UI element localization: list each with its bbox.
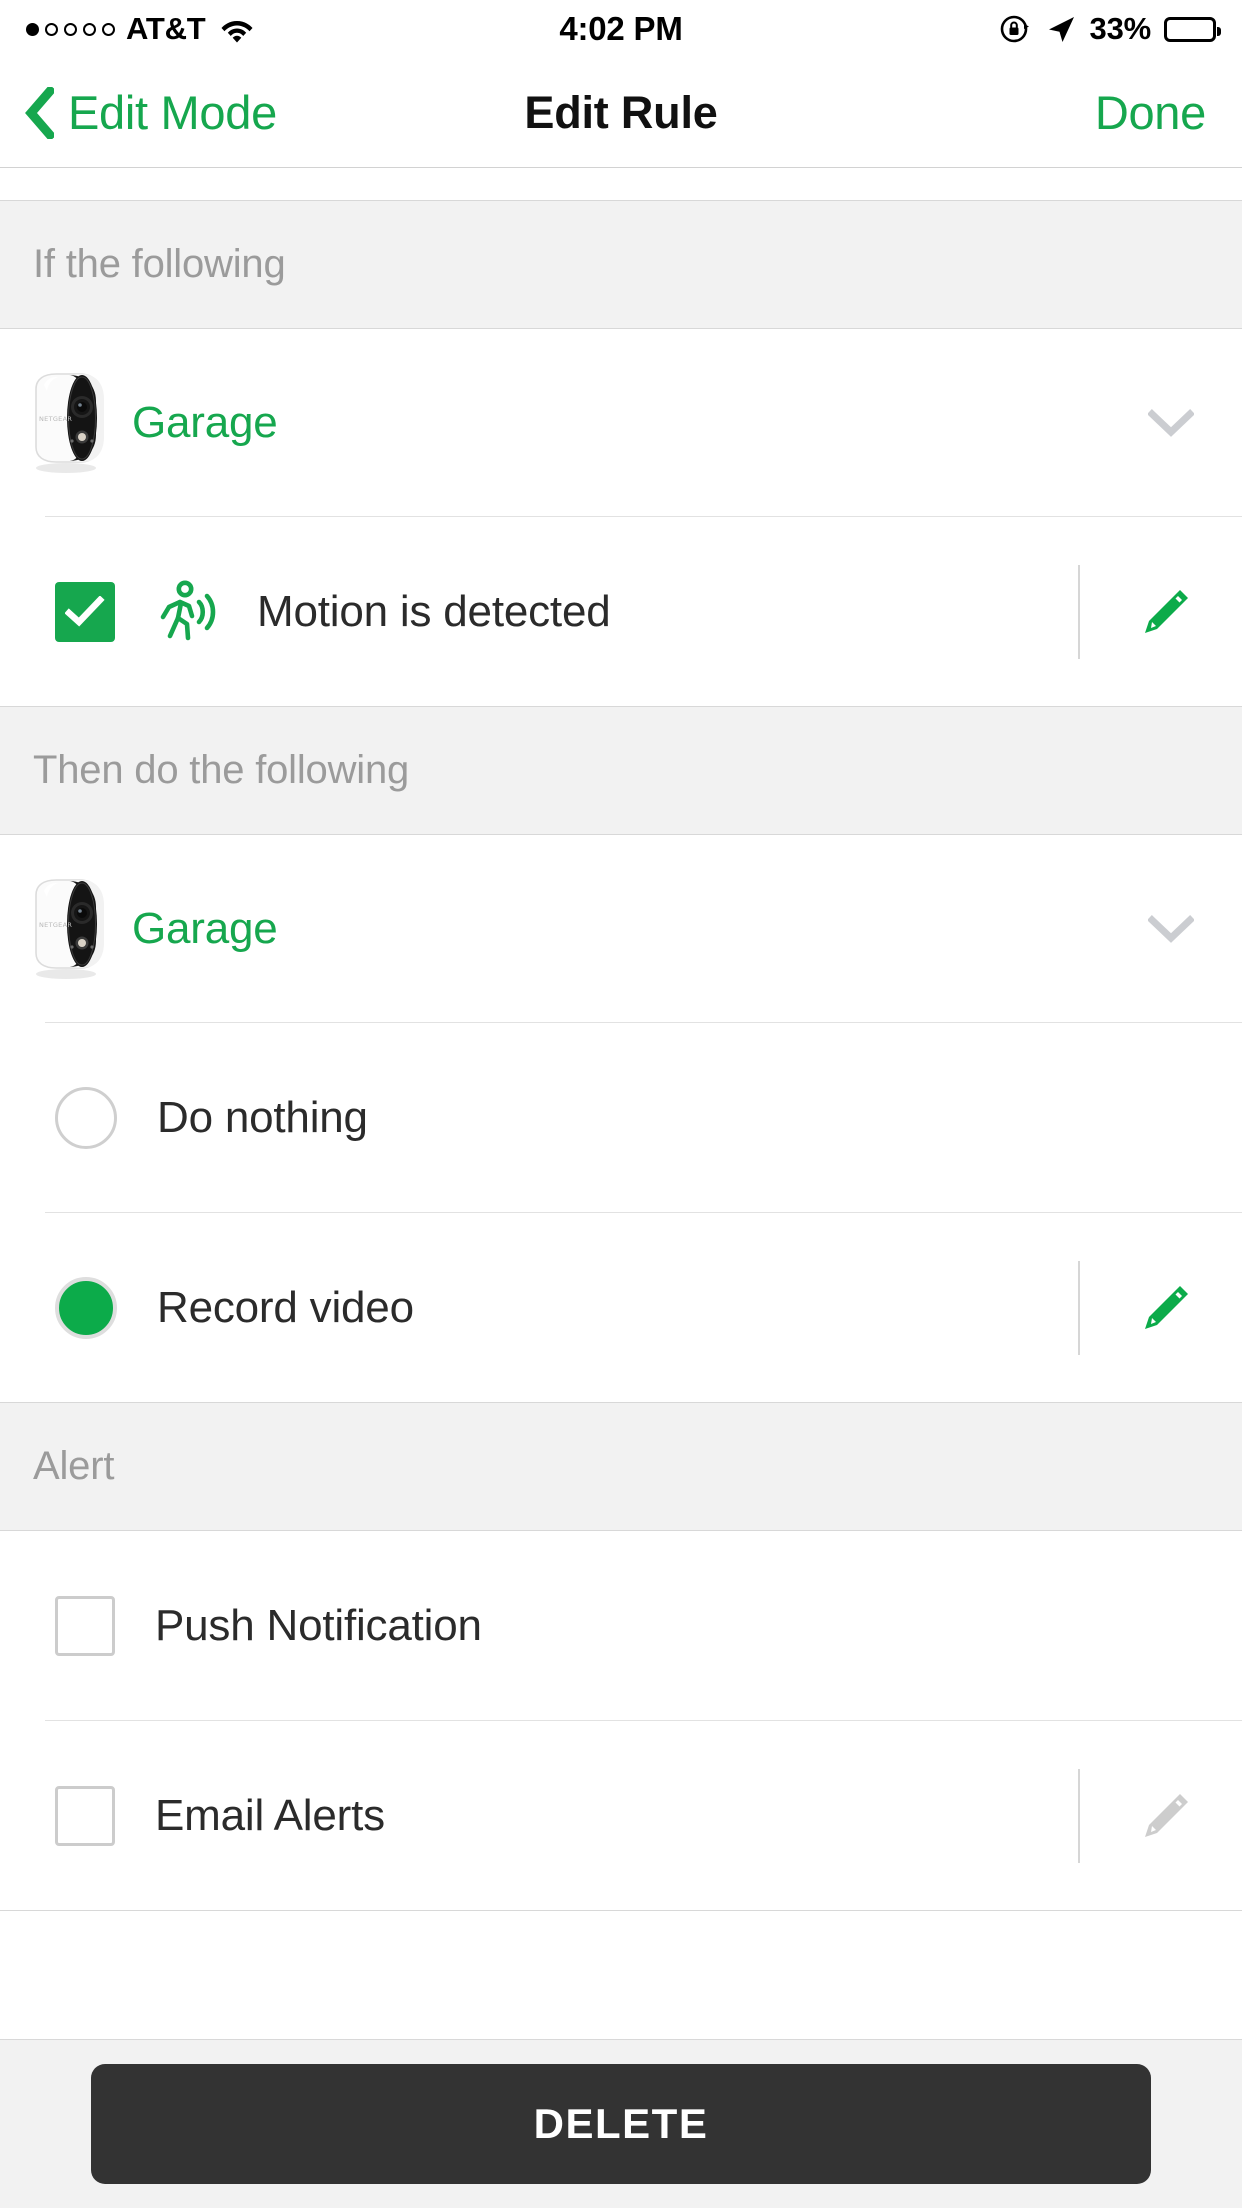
checkbox-motion-detected[interactable] [55,582,115,642]
device-name-label: Garage [132,398,278,448]
status-bar-left: AT&T [26,11,254,47]
battery-percent-label: 33% [1090,11,1151,47]
rule-editor-content: If the following NETGEAR [0,201,1242,1911]
edit-divider [1078,1769,1080,1863]
back-button-label: Edit Mode [68,85,277,140]
option-label: Push Notification [155,1601,482,1651]
done-button[interactable]: Done [1095,85,1242,140]
arlo-camera-icon: NETGEAR [20,877,112,981]
motion-detection-icon [151,576,223,648]
pencil-icon [1138,1788,1194,1844]
device-row-action[interactable]: NETGEAR Garage [0,835,1242,1023]
edit-divider [1078,565,1080,659]
svg-text:NETGEAR: NETGEAR [39,921,72,929]
option-row-push-notification[interactable]: Push Notification [0,1531,1242,1721]
status-bar-right: 33% [998,11,1216,47]
option-label: Do nothing [157,1093,368,1143]
option-row-motion-detected[interactable]: Motion is detected [0,517,1242,707]
radio-record-video[interactable] [55,1277,117,1339]
wifi-icon [220,15,254,43]
chevron-left-icon [24,87,54,139]
option-label: Record video [157,1283,414,1333]
battery-icon [1164,17,1216,42]
carrier-label: AT&T [126,11,206,47]
radio-do-nothing[interactable] [55,1087,117,1149]
footer-bar: DELETE [0,2039,1242,2208]
edit-cell [1078,1721,1242,1911]
option-row-record-video[interactable]: Record video [0,1213,1242,1403]
device-dropdown-button[interactable] [1148,409,1242,437]
section-header-label: Alert [33,1444,114,1489]
checkbox-email-alerts[interactable] [55,1786,115,1846]
section-header-label: Then do the following [33,748,409,793]
option-row-do-nothing[interactable]: Do nothing [0,1023,1242,1213]
edit-divider [1078,1261,1080,1355]
rotation-lock-icon [998,12,1032,46]
pencil-icon[interactable] [1138,584,1194,640]
device-row-trigger[interactable]: NETGEAR Garage [0,329,1242,517]
option-row-email-alerts[interactable]: Email Alerts [0,1721,1242,1911]
top-spacer [0,168,1242,201]
chevron-down-icon [1148,409,1194,437]
section-header-alert: Alert [0,1403,1242,1531]
chevron-down-icon [1148,915,1194,943]
svg-text:NETGEAR: NETGEAR [39,415,72,423]
status-bar: AT&T 4:02 PM 33% [0,0,1242,58]
option-label: Motion is detected [257,587,611,637]
arlo-camera-icon: NETGEAR [20,371,112,475]
location-arrow-icon [1045,13,1077,45]
option-label: Email Alerts [155,1791,385,1841]
signal-strength-icon [26,23,115,36]
device-name-label: Garage [132,904,278,954]
section-header-label: If the following [33,242,286,287]
edit-cell [1078,517,1242,707]
section-header-if: If the following [0,201,1242,329]
pencil-icon[interactable] [1138,1280,1194,1336]
device-dropdown-button[interactable] [1148,915,1242,943]
navigation-bar: Edit Mode Edit Rule Done [0,58,1242,168]
delete-button[interactable]: DELETE [91,2064,1151,2184]
section-header-then: Then do the following [0,707,1242,835]
checkbox-push-notification[interactable] [55,1596,115,1656]
back-button[interactable]: Edit Mode [0,85,277,140]
edit-cell [1078,1213,1242,1403]
